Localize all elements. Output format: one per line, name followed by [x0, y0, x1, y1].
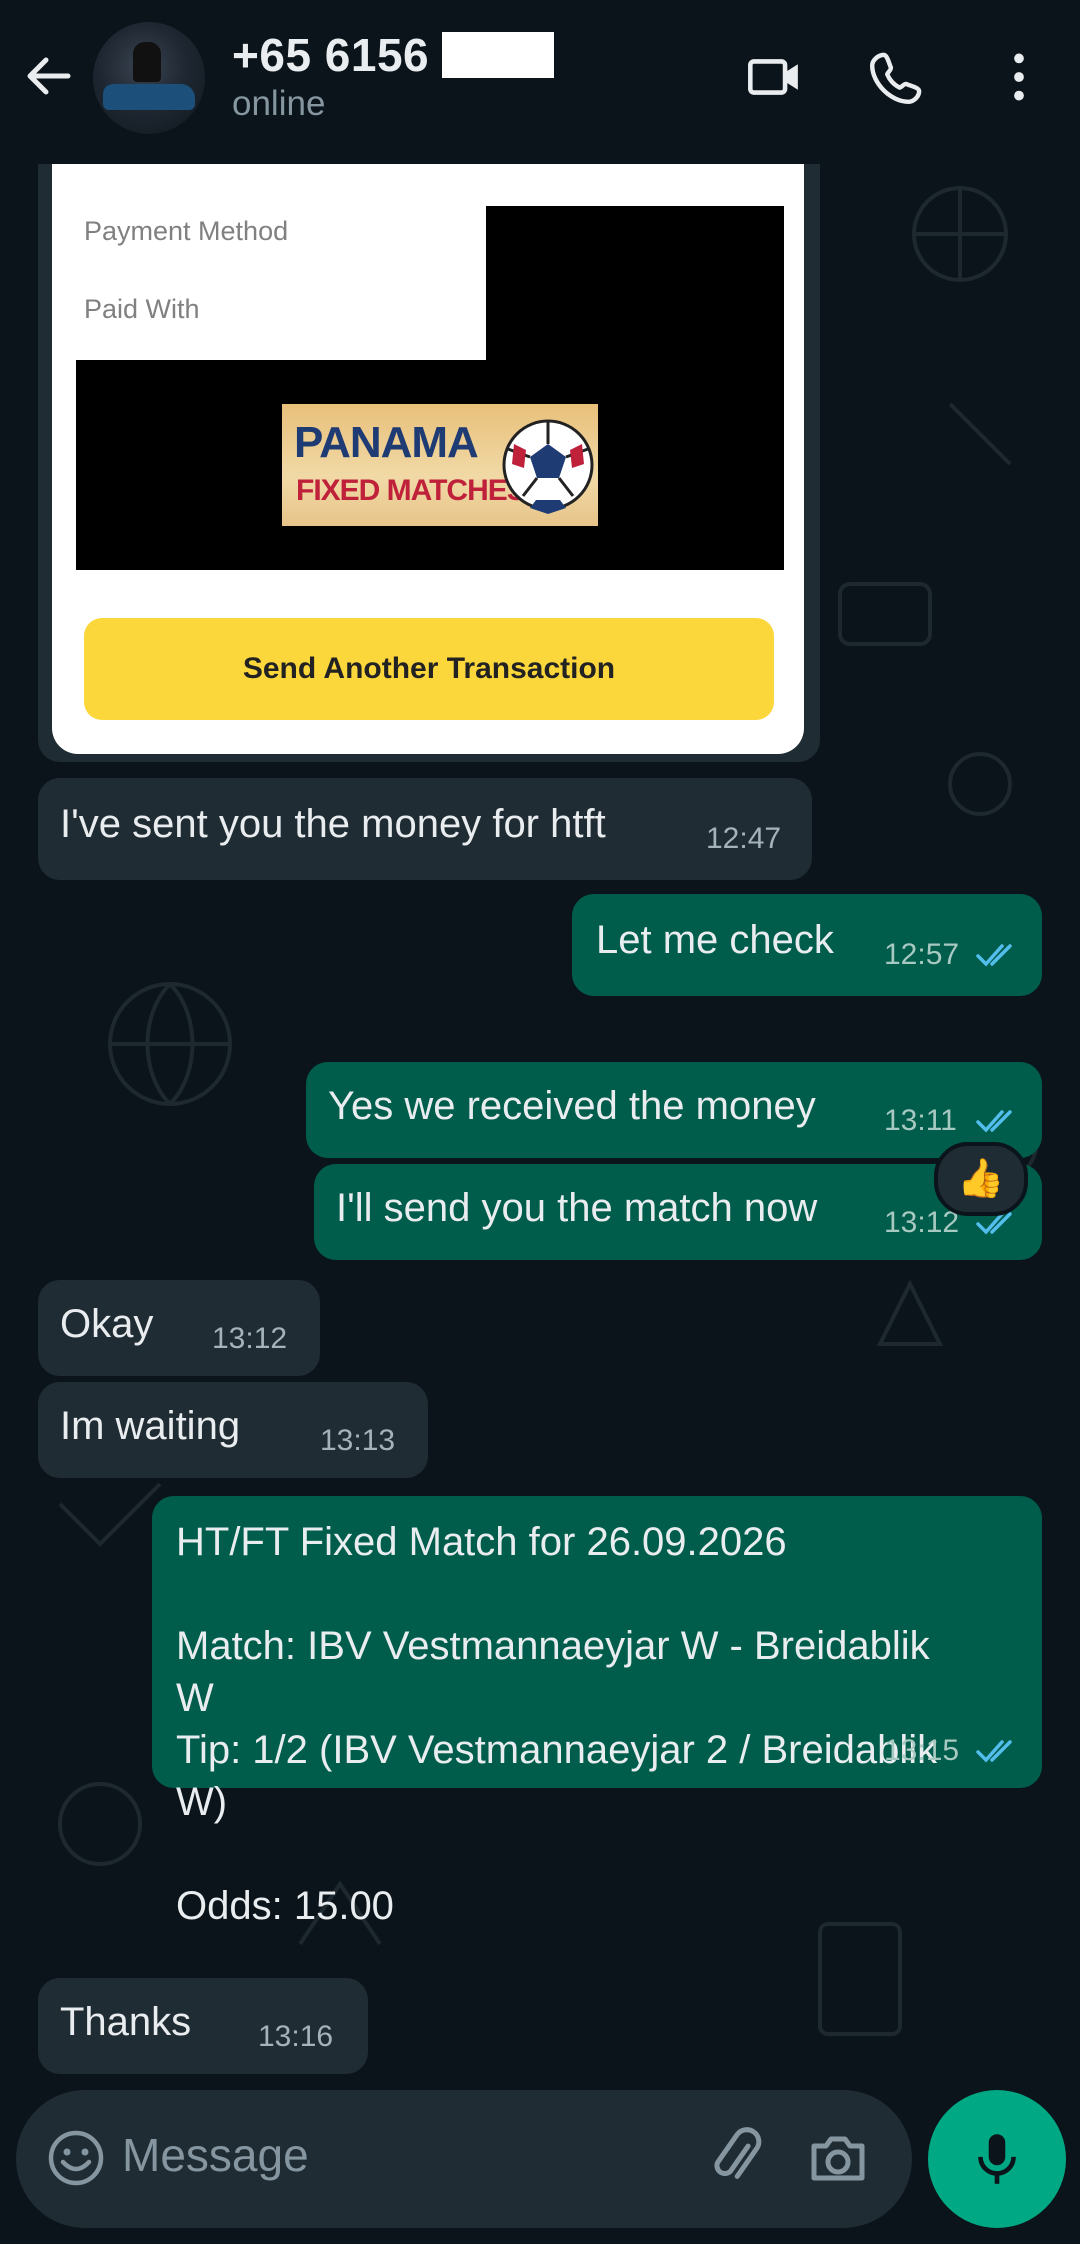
- contact-status: online: [232, 84, 326, 123]
- message-text: Okay: [60, 1302, 154, 1346]
- mic-icon: [978, 2134, 1016, 2184]
- message-text: Thanks: [60, 2000, 192, 2044]
- mic-button[interactable]: [928, 2090, 1066, 2228]
- panama-fixed-matches-logo: PANAMA FIXED MATCHES: [282, 404, 598, 526]
- paid-with-label: Paid With: [84, 294, 200, 324]
- reaction-thumbs-up[interactable]: 👍: [934, 1142, 1028, 1216]
- more-options-icon[interactable]: [984, 42, 1054, 112]
- message-text: I've sent you the money for htft: [60, 802, 606, 846]
- video-call-icon[interactable]: [740, 42, 810, 112]
- message-bubble-outgoing[interactable]: Yes we received the money 13:11: [306, 1062, 1042, 1158]
- camera-icon[interactable]: [806, 2126, 870, 2190]
- message-time: 13:16: [258, 2020, 334, 2053]
- back-arrow-icon[interactable]: [18, 46, 78, 106]
- soccer-ball-icon: [502, 419, 594, 514]
- message-bubble-incoming[interactable]: Thanks 13:16: [38, 1978, 368, 2074]
- payment-screenshot: Payment Method Paid With PANAMA FIXED MA…: [52, 164, 804, 754]
- message-bubble-outgoing[interactable]: Let me check 12:57: [572, 894, 1042, 996]
- message-time: 13:15: [884, 1734, 960, 1767]
- message-time: 13:13: [320, 1424, 396, 1457]
- chat-header: +65 6156 online: [0, 0, 1080, 164]
- message-list[interactable]: Payment Method Paid With PANAMA FIXED MA…: [0, 164, 1080, 2084]
- phone-icon[interactable]: [862, 42, 932, 112]
- message-text: I'll send you the match now: [336, 1186, 818, 1230]
- message-bubble-incoming[interactable]: Okay 13:12: [38, 1280, 320, 1376]
- message-bubble-outgoing[interactable]: HT/FT Fixed Match for 26.09.2026 Match: …: [152, 1496, 1042, 1928]
- read-ticks-icon: [976, 1110, 1012, 1133]
- message-composer[interactable]: Message: [16, 2090, 912, 2228]
- redaction-box: [486, 206, 784, 360]
- message-text: Yes we received the money: [328, 1084, 816, 1128]
- message-time: 13:12: [884, 1206, 960, 1239]
- redaction-box: [442, 32, 554, 78]
- message-bubble-incoming[interactable]: I've sent you the money for htft 12:47: [38, 778, 812, 880]
- attach-icon[interactable]: [706, 2126, 770, 2190]
- message-text: HT/FT Fixed Match for 26.09.2026 Match: …: [176, 1520, 938, 1928]
- read-ticks-icon: [976, 1740, 1012, 1763]
- message-time: 13:11: [884, 1104, 957, 1137]
- avatar[interactable]: [93, 22, 205, 134]
- message-text: Let me check: [596, 918, 834, 962]
- read-ticks-icon: [976, 944, 1012, 967]
- message-bubble-incoming[interactable]: Im waiting 13:13: [38, 1382, 428, 1478]
- message-time: 12:57: [884, 938, 960, 971]
- message-time: 13:12: [212, 1322, 288, 1355]
- message-bubble-outgoing[interactable]: I'll send you the match now 13:12: [314, 1164, 1042, 1260]
- payment-method-label: Payment Method: [84, 216, 289, 246]
- message-time: 12:47: [706, 822, 782, 855]
- image-message[interactable]: Payment Method Paid With PANAMA FIXED MA…: [38, 164, 820, 762]
- message-input[interactable]: Message: [122, 2128, 309, 2182]
- contact-name[interactable]: +65 6156: [232, 28, 429, 82]
- send-another-transaction-button: Send Another Transaction: [84, 618, 774, 720]
- emoji-icon[interactable]: [46, 2128, 106, 2188]
- message-text: Im waiting: [60, 1404, 241, 1448]
